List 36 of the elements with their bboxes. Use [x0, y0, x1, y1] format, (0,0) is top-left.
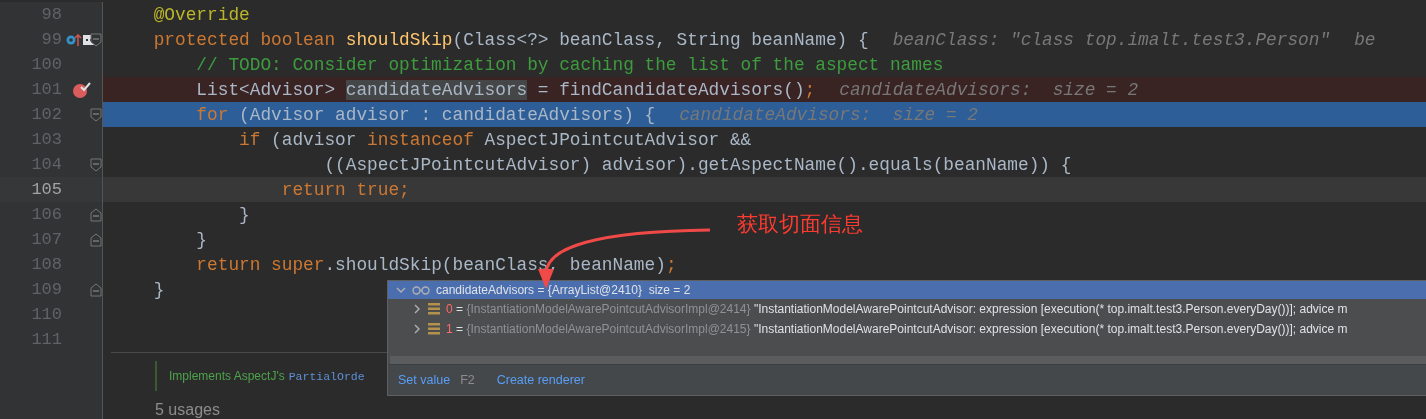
tree-row-text[interactable]: 0 = {InstantiationModelAwarePointcutAdvisorImpl@2414} "InstantiationModelAwarePointcutAdvisor: expression [execution(* top.imalt.test3.Person.everyDay())]; advice m [446, 302, 1348, 316]
code-line: } [195, 229, 208, 250]
breakpoint-icon[interactable] [72, 80, 92, 99]
code-line: ((AspectJPointcutAdvisor) advisor).getAspectName().equals(beanName)) { [323, 154, 1072, 175]
inline-value-hint: candidateAdvisors: size = 2 [839, 79, 1139, 100]
code-line: if (advisor instanceof AspectJPointcutAdvisor && [238, 129, 752, 150]
code-line: } [152, 279, 165, 300]
action-link[interactable]: Create renderer [496, 373, 585, 387]
code-line: // TODO: Consider optimization by caching the list of the aspect names [195, 54, 944, 75]
code-line: List<Advisor> candidateAdvisors = findCandidateAdvisors(); [195, 79, 816, 100]
inline-value-hint: be [1354, 29, 1376, 50]
usages-count[interactable]: 5 usages [155, 401, 1426, 419]
fold-icon[interactable] [90, 32, 102, 47]
chevron-right-icon[interactable] [412, 324, 422, 334]
line-number: 105 [30, 180, 63, 199]
annotation-text: 获取切面信息 [737, 211, 863, 238]
shortcut-label: F2 [460, 373, 475, 387]
code-line: return true; [280, 179, 410, 200]
list-item-icon [428, 323, 440, 335]
inline-value-hint: beanClass: "class top.imalt.test3.Person" [892, 29, 1331, 50]
doc-link[interactable]: PartialOrde [288, 369, 365, 383]
code-line: } [238, 204, 250, 225]
doc-text: Implements AspectJ's [169, 369, 285, 383]
code-line: protected boolean shouldSkip(Class<?> beanClass, String beanName) { [152, 29, 869, 50]
selected-tree-row[interactable]: candidateAdvisors = {ArrayList@2410} size = 2 [388, 281, 1426, 299]
glasses-icon [412, 285, 430, 295]
chevron-right-icon[interactable] [412, 304, 422, 314]
chevron-down-icon[interactable] [396, 285, 406, 295]
scrollbar[interactable] [390, 356, 1426, 364]
action-link[interactable]: Set value [398, 373, 451, 387]
tree-row-text[interactable]: 1 = {InstantiationModelAwarePointcutAdvisorImpl@2415} "InstantiationModelAwarePointcutAdvisor: expression [execution(* top.imalt.test3.Person.everyDay())]; advice m [446, 322, 1348, 336]
variable-value: candidateAdvisors = {ArrayList@2410} size = 2 [436, 283, 691, 297]
list-item-icon [428, 303, 440, 315]
inline-value-hint: candidateAdvisors: size = 2 [679, 104, 978, 125]
code-line: @Override [152, 4, 250, 25]
code-line: for (Advisor advisor : candidateAdvisors) { [195, 104, 656, 125]
